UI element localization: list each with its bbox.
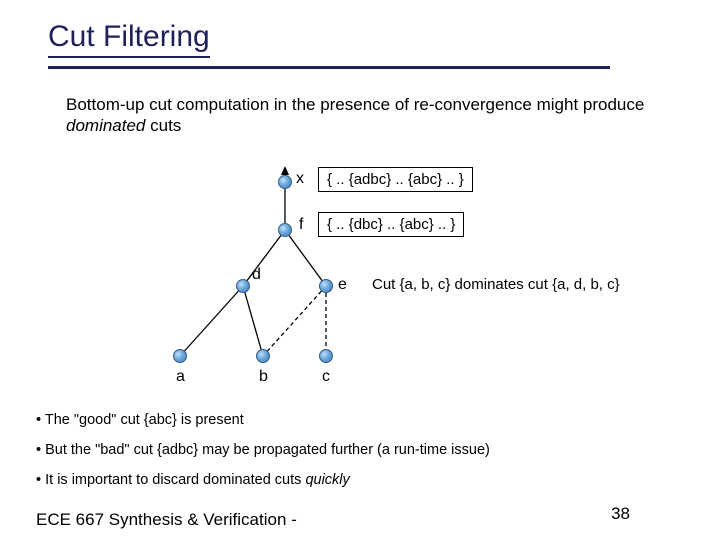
- bullet-2: But the "bad" cut {adbc} may be propagat…: [36, 442, 676, 458]
- cutset-box-x: { .. {adbc} .. {abc} .. }: [318, 167, 473, 192]
- diagram: x f d e a b c { .. {adbc} .. {abc} .. } …: [0, 158, 720, 408]
- title-underline: [48, 66, 610, 69]
- bullet-list: The "good" cut {abc} is present But the …: [36, 412, 676, 502]
- bullet-2-text: But the "bad" cut {adbc} may be propagat…: [45, 442, 490, 458]
- bullet-3-text: It is important to discard dominated cut…: [45, 472, 305, 488]
- node-d: [236, 279, 250, 293]
- label-d: d: [252, 266, 261, 284]
- label-f: f: [299, 216, 303, 234]
- page-number: 38: [611, 504, 630, 524]
- node-b: [256, 349, 270, 363]
- node-x: [278, 175, 292, 189]
- intro-suffix: cuts: [145, 116, 181, 135]
- slide-title: Cut Filtering: [48, 20, 210, 58]
- node-c: [319, 349, 333, 363]
- label-b: b: [259, 368, 268, 386]
- footer-text: ECE 667 Synthesis & Verification -: [36, 510, 297, 530]
- label-e: e: [338, 276, 347, 294]
- bullet-1: The "good" cut {abc} is present: [36, 412, 676, 428]
- label-x: x: [296, 170, 304, 188]
- label-a: a: [176, 368, 185, 386]
- node-a: [173, 349, 187, 363]
- bullet-1-text: The "good" cut {abc} is present: [45, 412, 244, 428]
- intro-text: Bottom-up cut computation in the presenc…: [66, 94, 656, 137]
- bullet-3: It is important to discard dominated cut…: [36, 472, 676, 488]
- intro-italic: dominated: [66, 116, 145, 135]
- node-f: [278, 223, 292, 237]
- node-e: [319, 279, 333, 293]
- intro-prefix: Bottom-up cut computation in the presenc…: [66, 95, 644, 114]
- cutset-box-f: { .. {dbc} .. {abc} .. }: [318, 212, 464, 237]
- dominance-note: Cut {a, b, c} dominates cut {a, d, b, c}: [372, 276, 620, 293]
- label-c: c: [322, 368, 330, 386]
- bullet-3-italic: quickly: [305, 472, 349, 488]
